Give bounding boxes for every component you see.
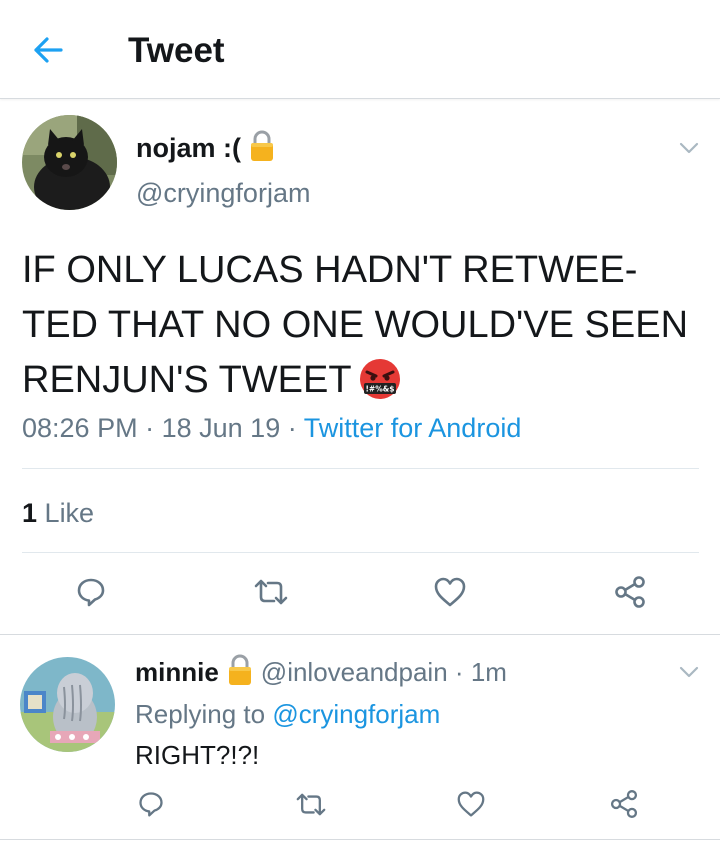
retweet-icon — [296, 793, 326, 815]
chevron-down-icon[interactable] — [677, 136, 701, 160]
reply-text: RIGHT?!?! — [135, 740, 260, 770]
tweet-text: IF ONLY LUCAS HADN'T RETWEE- TED THAT NO… — [22, 243, 712, 417]
reply-button[interactable] — [129, 782, 173, 826]
avatar[interactable] — [20, 657, 115, 752]
likes-count[interactable]: 1 Like — [22, 498, 94, 529]
top-bar: Tweet — [0, 0, 720, 99]
arrow-left-icon — [34, 37, 63, 63]
share-icon — [610, 790, 638, 818]
share-button[interactable] — [608, 570, 652, 614]
divider — [22, 468, 699, 469]
replying-to-line: Replying to @cryingforjam — [135, 699, 440, 730]
retweet-icon — [254, 579, 288, 605]
lock-icon — [227, 654, 253, 691]
heart-icon — [434, 577, 466, 607]
replying-to-link[interactable]: @cryingforjam — [272, 699, 440, 729]
retweet-button[interactable] — [289, 782, 333, 826]
divider — [22, 552, 699, 553]
likes-number: 1 — [22, 498, 38, 528]
svg-text:!#%&$: !#%&$ — [365, 385, 394, 394]
meta-separator: · — [287, 413, 297, 443]
tweet-metadata: 08:26 PM · 18 Jun 19 · Twitter for Andro… — [22, 413, 521, 444]
tweet-source-link[interactable]: Twitter for Android — [304, 413, 522, 443]
meta-separator: · — [145, 413, 155, 443]
lock-icon — [249, 130, 275, 167]
tweet-body: IF ONLY LUCAS HADN'T RETWEE- TED THAT NO… — [22, 249, 689, 401]
reply-age: 1m — [470, 657, 507, 687]
share-button[interactable] — [602, 782, 646, 826]
display-name[interactable]: minnie — [135, 657, 219, 688]
reply-tweet[interactable]: minnie @inloveandpain · 1m Replying to @… — [0, 636, 720, 840]
meta-separator: · — [454, 657, 464, 687]
reply-icon — [77, 578, 105, 607]
heart-icon — [457, 791, 485, 817]
username-handle[interactable]: @inloveandpain — [261, 657, 448, 687]
page-title: Tweet — [128, 31, 225, 70]
tweet-time: 08:26 PM — [22, 413, 138, 443]
display-name[interactable]: nojam :( — [136, 133, 241, 164]
reply-icon — [139, 792, 163, 817]
retweet-button[interactable] — [249, 570, 293, 614]
like-button[interactable] — [449, 782, 493, 826]
reply-name-row: minnie @inloveandpain · 1m — [135, 654, 507, 691]
swearing-face-emoji: !#%&$ — [358, 357, 402, 417]
author-name-row: nojam :( — [136, 130, 275, 167]
likes-label: Like — [44, 498, 95, 528]
share-icon — [615, 576, 645, 608]
tweet-date: 18 Jun 19 — [161, 413, 281, 443]
avatar[interactable] — [22, 115, 117, 210]
like-button[interactable] — [428, 570, 472, 614]
chevron-down-icon[interactable] — [677, 660, 701, 684]
main-tweet: nojam :( @cryingforjam IF ONLY LUCAS HAD… — [0, 100, 720, 635]
replying-prefix: Replying to — [135, 699, 266, 729]
username-handle[interactable]: @cryingforjam — [136, 178, 310, 209]
back-button[interactable] — [28, 30, 68, 70]
reply-button[interactable] — [69, 570, 113, 614]
